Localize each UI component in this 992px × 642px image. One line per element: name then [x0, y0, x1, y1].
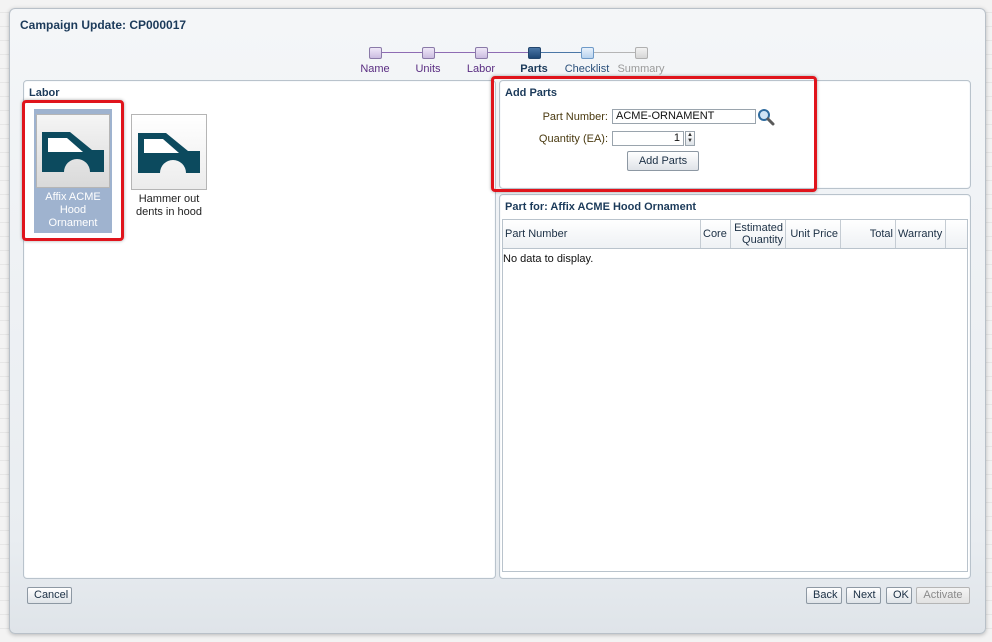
column-warranty[interactable]: Warranty	[896, 220, 946, 248]
train-stop-label: Checklist	[564, 63, 610, 75]
train-stop-marker	[421, 47, 435, 59]
parts-table-panel: Part for: Affix ACME Hood Ornament Part …	[499, 194, 971, 579]
train-stop-summary: Summary	[614, 47, 668, 75]
train-stop-name[interactable]: Name	[348, 47, 402, 75]
train-stop-labor[interactable]: Labor	[454, 47, 508, 75]
empty-table-message: No data to display.	[503, 253, 594, 265]
activate-button: Activate	[916, 587, 970, 604]
cancel-button[interactable]: Cancel	[27, 587, 72, 604]
train-stop-checklist[interactable]: Checklist	[560, 47, 614, 75]
parts-table: Part Number Core Estimated Quantity Unit…	[502, 219, 968, 572]
annotation-highlight-labor-item	[22, 100, 124, 241]
dialog-title: Campaign Update: CP000017	[20, 18, 187, 32]
labor-item-label: Hammer out dents in hood	[135, 193, 203, 218]
train-stop-marker	[634, 47, 648, 59]
train-stop-marker	[474, 47, 488, 59]
train-stop-parts: Parts	[507, 47, 561, 75]
train-stop-label: Summary	[617, 63, 665, 75]
parts-table-title: Part for: Affix ACME Hood Ornament	[505, 201, 697, 213]
car-hood-icon	[138, 133, 200, 173]
ok-button[interactable]: OK	[886, 587, 912, 604]
column-unit-price[interactable]: Unit Price	[786, 220, 841, 248]
labor-item-hammer-dents[interactable]: Hammer out dents in hood	[130, 114, 208, 219]
labor-panel-title: Labor	[29, 87, 60, 99]
column-part-number[interactable]: Part Number	[503, 220, 701, 248]
column-core[interactable]: Core	[701, 220, 731, 248]
train-stop-label: Units	[415, 63, 441, 75]
labor-item-thumbnail	[131, 114, 207, 190]
parts-table-header: Part Number Core Estimated Quantity Unit…	[503, 220, 967, 249]
train-stop-label: Parts	[520, 63, 548, 75]
train-stop-marker	[368, 47, 382, 59]
train-stop-marker	[580, 47, 594, 59]
back-button[interactable]: Back	[806, 587, 842, 604]
train-stop-units[interactable]: Units	[401, 47, 455, 75]
annotation-highlight-add-parts	[491, 76, 817, 192]
train-stop-label: Name	[360, 63, 390, 75]
train-stop-marker	[527, 47, 541, 59]
train-stop-label: Labor	[466, 63, 496, 75]
next-button[interactable]: Next	[846, 587, 881, 604]
column-total[interactable]: Total	[841, 220, 896, 248]
column-estimated-quantity[interactable]: Estimated Quantity	[731, 220, 786, 248]
